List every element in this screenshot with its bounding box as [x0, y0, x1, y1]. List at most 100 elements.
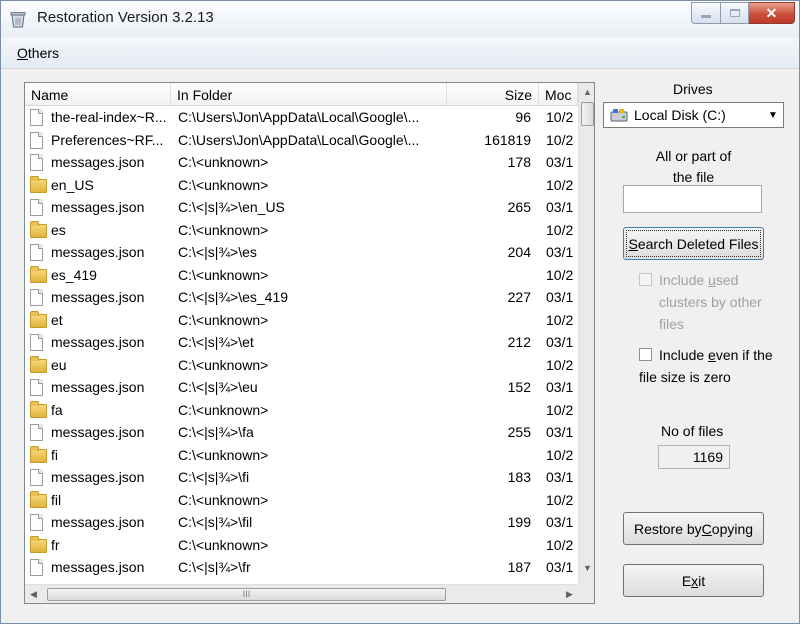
- row-name: fi: [51, 446, 58, 463]
- row-name: messages.json: [51, 154, 145, 170]
- table-row[interactable]: es_419 C:\<unknown> 10/2: [25, 264, 578, 287]
- maximize-button[interactable]: [721, 2, 749, 24]
- row-folder: C:\<unknown>: [178, 356, 269, 373]
- row-name: messages.json: [51, 559, 145, 575]
- table-row[interactable]: fr C:\<unknown> 10/2: [25, 534, 578, 557]
- row-size: 152: [507, 379, 531, 395]
- row-modified: 10/2: [546, 356, 574, 373]
- file-icon: [30, 289, 46, 306]
- drives-dropdown[interactable]: Local Disk (C:) ▼: [603, 102, 784, 128]
- file-name-input[interactable]: [623, 185, 762, 213]
- minimize-icon: [701, 14, 711, 18]
- row-modified: 10/2: [546, 176, 574, 193]
- include-zero-size-checkbox[interactable]: Include even if the file size is zero: [639, 344, 789, 410]
- deleted-files-list[interactable]: Name In Folder Size Moc the-real-index~R…: [24, 82, 595, 604]
- table-row[interactable]: messages.json C:\<|s|¾>\es 204 03/1: [25, 241, 578, 264]
- row-modified: 03/1: [546, 289, 574, 305]
- column-header-name[interactable]: Name: [25, 83, 171, 106]
- row-size: 255: [507, 424, 531, 440]
- table-row[interactable]: messages.json C:\<|s|¾>\et 212 03/1: [25, 331, 578, 354]
- list-rows: the-real-index~R... C:\Users\Jon\AppData\…: [25, 106, 578, 584]
- table-row[interactable]: fi C:\<unknown> 10/2: [25, 444, 578, 467]
- hard-drive-icon: [610, 109, 628, 122]
- horizontal-scrollbar[interactable]: ◀ III ▶: [25, 584, 578, 603]
- row-size: 204: [507, 244, 531, 260]
- column-header-modified[interactable]: Moc: [539, 83, 578, 106]
- horizontal-scroll-thumb[interactable]: III: [47, 588, 446, 601]
- file-icon: [30, 424, 46, 441]
- row-folder: C:\<unknown>: [178, 266, 269, 283]
- row-folder: C:\<|s|¾>\fil: [178, 514, 253, 530]
- row-name: messages.json: [51, 379, 145, 395]
- row-name: fil: [51, 491, 62, 508]
- row-modified: 10/2: [546, 266, 574, 283]
- row-folder: C:\<|s|¾>\fi: [178, 469, 250, 485]
- table-row[interactable]: messages.json C:\<|s|¾>\fil 199 03/1: [25, 511, 578, 534]
- row-folder: C:\<unknown>: [178, 154, 269, 170]
- include-used-clusters-label: Include used clusters by other files: [659, 272, 762, 332]
- table-row[interactable]: messages.json C:\<|s|¾>\en_US 265 03/1: [25, 196, 578, 219]
- row-folder: C:\<|s|¾>\et: [178, 334, 254, 350]
- table-row[interactable]: messages.json C:\<|s|¾>\fi 183 03/1: [25, 466, 578, 489]
- minimize-button[interactable]: [691, 2, 721, 24]
- row-folder: C:\<unknown>: [178, 401, 269, 418]
- file-icon: [30, 514, 46, 531]
- row-modified: 03/1: [546, 514, 574, 530]
- menu-others[interactable]: Others: [17, 45, 59, 61]
- table-row[interactable]: messages.json C:\<|s|¾>\fa 255 03/1: [25, 421, 578, 444]
- file-icon: [30, 559, 46, 576]
- chevron-down-icon[interactable]: ▼: [763, 103, 783, 127]
- folder-icon: [30, 355, 47, 374]
- drives-label: Drives: [673, 81, 713, 97]
- row-modified: 03/1: [546, 334, 574, 350]
- table-row[interactable]: messages.json C:\<|s|¾>\eu 152 03/1: [25, 376, 578, 399]
- row-folder: C:\<unknown>: [178, 536, 269, 553]
- table-row[interactable]: messages.json C:\<|s|¾>\es_419 227 03/1: [25, 286, 578, 309]
- table-row[interactable]: fa C:\<unknown> 10/2: [25, 399, 578, 422]
- column-header-size[interactable]: Size: [447, 83, 539, 106]
- recycle-bin-icon: [10, 12, 26, 28]
- scroll-right-arrow-icon[interactable]: ▶: [561, 585, 578, 603]
- file-icon: [30, 131, 46, 149]
- include-used-clusters-checkbox[interactable]: Include used clusters by other files: [639, 269, 789, 335]
- table-row[interactable]: messages.json C:\<unknown> 178 03/1: [25, 151, 578, 174]
- row-name: en_US: [51, 176, 94, 193]
- include-used-clusters-box[interactable]: [639, 273, 652, 286]
- row-size: 96: [515, 109, 531, 125]
- vertical-scroll-thumb[interactable]: [581, 102, 594, 126]
- restore-by-copying-button[interactable]: Restore by Copying: [623, 512, 764, 545]
- folder-icon: [30, 400, 47, 419]
- include-zero-size-label: Include even if the file size is zero: [639, 347, 773, 385]
- row-folder: C:\<|s|¾>\en_US: [178, 199, 285, 215]
- row-name: messages.json: [51, 424, 145, 440]
- file-icon: [30, 334, 46, 351]
- file-icon: [30, 469, 46, 486]
- table-row[interactable]: Preferences~RF... C:\Users\Jon\AppData\Lo…: [25, 129, 578, 152]
- scroll-down-arrow-icon[interactable]: ▼: [579, 559, 594, 576]
- title-bar[interactable]: Restoration Version 3.2.13 ✕: [1, 1, 799, 37]
- close-button[interactable]: ✕: [749, 2, 795, 24]
- table-row[interactable]: et C:\<unknown> 10/2: [25, 309, 578, 332]
- table-row[interactable]: eu C:\<unknown> 10/2: [25, 354, 578, 377]
- row-modified: 03/1: [546, 469, 574, 485]
- file-icon: [30, 154, 46, 171]
- row-name: messages.json: [51, 469, 145, 485]
- row-modified: 10/2: [546, 311, 574, 328]
- table-row[interactable]: en_US C:\<unknown> 10/2: [25, 174, 578, 197]
- row-modified: 10/2: [546, 109, 574, 125]
- table-row[interactable]: fil C:\<unknown> 10/2: [25, 489, 578, 512]
- row-name: es: [51, 221, 66, 238]
- row-name: fr: [51, 536, 60, 553]
- table-row[interactable]: es C:\<unknown> 10/2: [25, 219, 578, 242]
- scroll-left-arrow-icon[interactable]: ◀: [25, 585, 42, 603]
- file-icon: [30, 109, 46, 126]
- row-folder: C:\<unknown>: [178, 311, 269, 328]
- scroll-up-arrow-icon[interactable]: ▲: [579, 83, 594, 100]
- vertical-scrollbar[interactable]: ▲ ▼: [578, 83, 594, 584]
- table-row[interactable]: messages.json C:\<|s|¾>\fr 187 03/1: [25, 556, 578, 579]
- exit-button[interactable]: Ex it: [623, 564, 764, 597]
- column-header-folder[interactable]: In Folder: [171, 83, 447, 106]
- row-modified: 03/1: [546, 379, 574, 395]
- table-row[interactable]: the-real-index~R... C:\Users\Jon\AppData\…: [25, 106, 578, 129]
- search-deleted-files-button[interactable]: Search Deleted Files: [623, 227, 764, 260]
